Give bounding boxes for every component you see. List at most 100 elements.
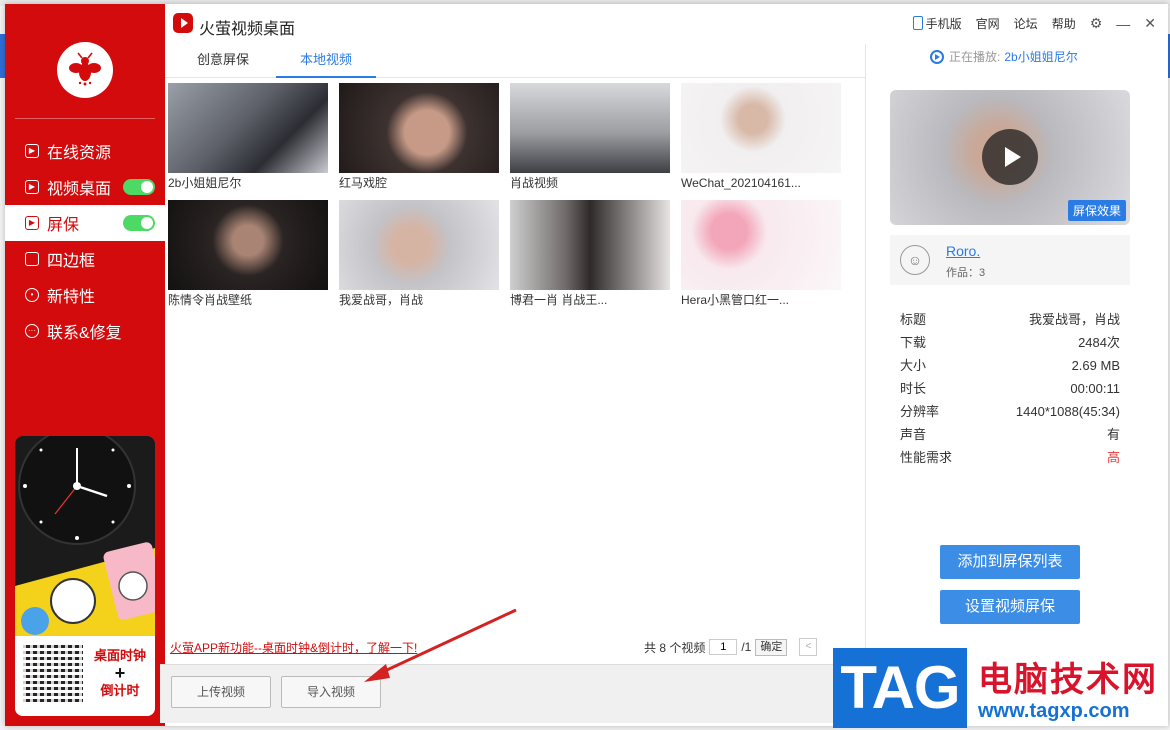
video-card[interactable]: 陈情令肖战壁纸 (168, 200, 328, 308)
sidebar-item-new-features[interactable]: • 新特性 (5, 277, 165, 313)
forum-link[interactable]: 论坛 (1014, 15, 1038, 32)
sidebar-item-screensaver[interactable]: ▶ 屏保 (5, 205, 165, 241)
video-preview[interactable]: 屏保效果 (890, 90, 1130, 225)
play-icon[interactable] (982, 129, 1038, 185)
firefly-logo-icon (57, 42, 113, 98)
prev-page-icon[interactable]: < (799, 638, 818, 656)
author-name-link[interactable]: Roro. (946, 243, 980, 259)
video-caption: WeChat_202104161... (681, 176, 801, 190)
close-icon[interactable]: ✕ (1144, 15, 1156, 32)
title-bar: 火萤视频桌面 手机版 官网 论坛 帮助 ⚙ — ✕ (165, 4, 1168, 44)
sidebar-item-label: 屏保 (47, 217, 80, 234)
info-row: 分辨率 1440*1088(45:34) (900, 404, 1120, 419)
info-row: 声音有 (900, 427, 1120, 442)
official-site-link[interactable]: 官网 (976, 15, 1000, 32)
video-caption: Hera小黑管口红一... (681, 293, 790, 307)
avatar: ☺ (900, 245, 930, 275)
video-card[interactable]: Hera小黑管口红一... (681, 200, 841, 308)
info-row: 下载 2484次 (900, 335, 1120, 350)
pagination: 共 8 个视频 /1 确定 < (644, 638, 818, 656)
qr-code-icon (23, 642, 83, 702)
set-video-screensaver-button[interactable]: 设置视频屏保 (940, 590, 1080, 624)
play-square-icon: ▶ (25, 180, 39, 194)
screensaver-effect-badge[interactable]: 屏保效果 (1067, 200, 1126, 221)
page-total: /1 (741, 640, 752, 654)
video-card[interactable]: 博君一肖 肖战王... (510, 200, 670, 308)
promo-clock-image (15, 436, 155, 636)
video-thumbnail (510, 200, 670, 290)
app-play-icon (173, 13, 193, 33)
tab-creative-screensaver[interactable]: 创意屏保 (197, 44, 249, 77)
video-thumbnail (681, 83, 841, 173)
sidebar-divider (15, 118, 155, 119)
panel-divider (865, 44, 866, 726)
promo-bottom: 桌面时钟 + 倒计时 (15, 636, 155, 716)
video-card[interactable]: 2b小姐姐尼尔 (168, 83, 328, 191)
sidebar-item-label: 新特性 (47, 289, 96, 306)
play-square-icon: ▶ (25, 144, 39, 158)
play-square-icon: ▶ (25, 216, 39, 230)
sidebar-item-border-frame[interactable]: 四边框 (5, 241, 165, 277)
watermark-title: 电脑技术网 (978, 661, 1158, 699)
content-tabs: 创意屏保 本地视频 (165, 44, 865, 78)
gear-icon[interactable]: ⚙ (1090, 15, 1103, 32)
now-playing-title[interactable]: 2b小姐姐尼尔 (1004, 48, 1077, 65)
video-caption: 红马戏腔 (339, 176, 388, 190)
info-row: 标题 我爱战哥，肖战 (900, 312, 1120, 327)
video-card[interactable]: 红马戏腔 (339, 83, 499, 191)
video-thumbnail (681, 200, 841, 290)
square-frame-icon (25, 252, 39, 266)
video-card[interactable]: WeChat_202104161... (681, 83, 841, 191)
play-circle-icon (930, 49, 944, 64)
video-thumbnail (168, 200, 328, 290)
chat-bubble-icon: ··· (25, 324, 39, 338)
add-to-screensaver-list-button[interactable]: 添加到屏保列表 (940, 545, 1080, 579)
sidebar-item-label: 联系&修复 (47, 325, 122, 342)
mobile-version-link[interactable]: 手机版 (912, 15, 962, 32)
tab-local-video[interactable]: 本地视频 (276, 44, 376, 78)
top-links: 手机版 官网 论坛 帮助 ⚙ — ✕ (912, 15, 1156, 32)
bulb-icon: • (25, 288, 39, 302)
video-card[interactable]: 我爱战哥，肖战 (339, 200, 499, 308)
total-count: 共 8 个视频 (644, 640, 706, 655)
phone-icon (912, 16, 923, 30)
sidebar: ▶ 在线资源 ▶ 视频桌面 ▶ 屏保 四边框 • 新特性 ··· 联系&修复 桌… (5, 4, 165, 726)
sidebar-item-online-resources[interactable]: ▶ 在线资源 (5, 133, 165, 169)
sidebar-item-label: 在线资源 (47, 145, 112, 162)
promo-text: 桌面时钟 + 倒计时 (93, 648, 146, 698)
video-desktop-toggle[interactable] (123, 179, 155, 195)
upload-video-button[interactable]: 上传视频 (171, 676, 271, 708)
video-caption: 我爱战哥，肖战 (339, 293, 424, 307)
page-confirm-button[interactable]: 确定 (755, 638, 788, 656)
screensaver-toggle[interactable] (123, 215, 155, 231)
app-title: 火萤视频桌面 (199, 21, 296, 38)
clock-promo-banner[interactable]: 桌面时钟 + 倒计时 (15, 436, 155, 716)
video-card[interactable]: 肖战视频 (510, 83, 670, 191)
video-info: 标题 我爱战哥，肖战 下载 2484次 大小 2.69 MB 时长 00:00:11 分… (900, 308, 1120, 469)
info-row: 大小 2.69 MB (900, 358, 1120, 373)
video-caption: 博君一肖 肖战王... (510, 293, 608, 307)
sidebar-item-contact-repair[interactable]: ··· 联系&修复 (5, 313, 165, 349)
sidebar-item-video-desktop[interactable]: ▶ 视频桌面 (5, 169, 165, 205)
info-row: 时长 00:00:11 (900, 381, 1120, 396)
watermark-tag-logo: TAG (833, 648, 967, 728)
import-video-button[interactable]: 导入视频 (281, 676, 381, 708)
page-input[interactable] (709, 639, 738, 655)
author-card: ☺ Roro. 作品：3 (890, 235, 1130, 285)
now-playing: 正在播放: 2b小姐姐尼尔 (930, 48, 1078, 65)
new-feature-link[interactable]: 火萤APP新功能--桌面时钟&倒计时，了解一下! (170, 639, 417, 656)
help-link[interactable]: 帮助 (1052, 15, 1076, 32)
sidebar-item-label: 视频桌面 (47, 181, 112, 198)
author-works: 作品：3 (946, 267, 986, 279)
video-caption: 肖战视频 (510, 176, 559, 190)
minimize-icon[interactable]: — (1116, 16, 1130, 32)
info-row: 性能需求高 (900, 450, 1120, 465)
video-thumbnail (168, 83, 328, 173)
video-caption: 陈情令肖战壁纸 (168, 293, 253, 307)
video-thumbnail (339, 200, 499, 290)
footer-bar: 上传视频 导入视频 (160, 664, 860, 723)
watermark-url: www.tagxp.com (978, 700, 1130, 722)
sidebar-nav: ▶ 在线资源 ▶ 视频桌面 ▶ 屏保 四边框 • 新特性 ··· 联系&修复 (5, 133, 165, 349)
video-thumbnail (510, 83, 670, 173)
sidebar-item-label: 四边框 (47, 253, 96, 270)
